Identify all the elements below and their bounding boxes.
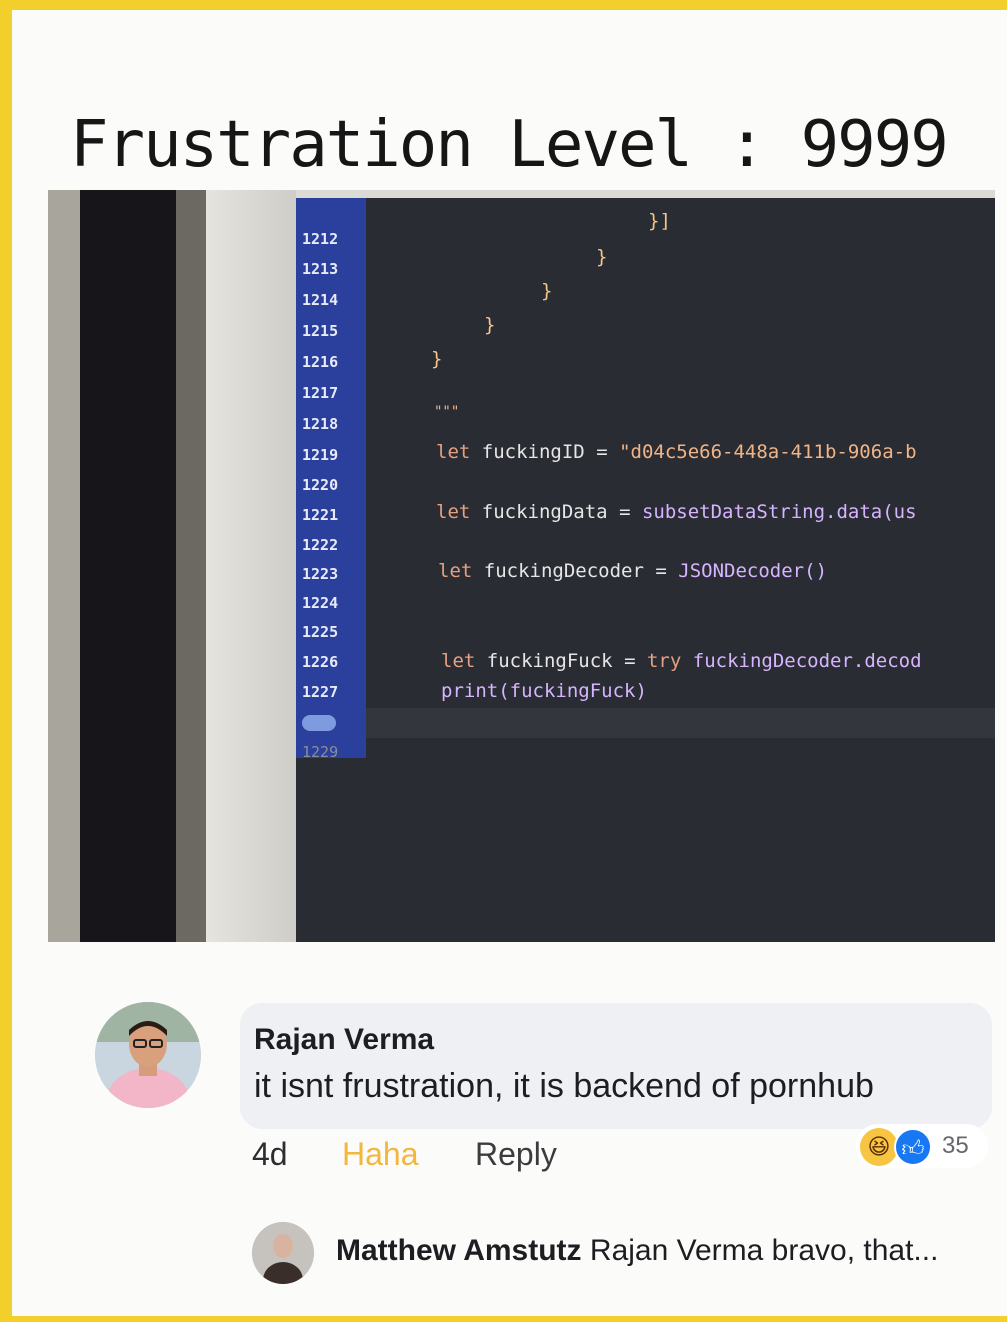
current-line-highlight (366, 708, 995, 738)
avatar-photo (95, 1002, 201, 1108)
line-number: 1213 (302, 260, 339, 278)
string-delimiter: """ (434, 404, 460, 420)
line-number: 1215 (302, 322, 339, 340)
line-number: 1217 (302, 384, 339, 402)
comment-time[interactable]: 4d (252, 1136, 288, 1173)
avatar[interactable] (95, 1002, 201, 1108)
code-brace: } (596, 246, 608, 268)
reply-text: Rajan Verma bravo, that... (589, 1234, 939, 1267)
reply-avatar-photo (252, 1222, 314, 1284)
reply-avatar[interactable] (252, 1222, 314, 1284)
code-line-1219: let fuckingID = "d04c5e66-448a-411b-906a… (436, 441, 917, 463)
line-number: 1229 (302, 743, 339, 761)
code-brace: } (541, 280, 553, 302)
line-number: 1218 (302, 415, 339, 433)
haha-reaction-link[interactable]: Haha (342, 1136, 419, 1173)
line-number: 1214 (302, 291, 339, 309)
breakpoint-badge (302, 715, 336, 731)
line-number: 1212 (302, 230, 339, 248)
code-line-1221: let fuckingData = subsetDataString.data(… (436, 501, 917, 523)
line-number: 1220 (302, 476, 339, 494)
comment-author[interactable]: Rajan Verma (254, 1023, 434, 1057)
code-brace: } (431, 348, 443, 370)
monitor-edge (48, 190, 80, 942)
line-number: 1221 (302, 506, 339, 524)
line-number: 1226 (302, 653, 339, 671)
line-number: 1225 (302, 623, 339, 641)
line-number: 1224 (302, 594, 339, 612)
reply-link[interactable]: Reply (475, 1136, 557, 1173)
line-number: 1227 (302, 683, 339, 701)
code-line-1226: let fuckingFuck = try fuckingDecoder.dec… (441, 650, 922, 672)
comment-text: it isnt frustration, it is backend of po… (254, 1067, 874, 1105)
code-photo: 1212 1213 1214 1215 1216 1217 1218 1219 … (48, 190, 995, 942)
line-number: 1219 (302, 446, 339, 464)
reply-author[interactable]: Matthew Amstutz (336, 1234, 582, 1267)
reaction-count: 35 (942, 1132, 969, 1159)
like-icon: 👍︎ (894, 1128, 932, 1166)
code-brace: } (484, 314, 496, 336)
code-brace: }] (648, 210, 671, 232)
line-number: 1222 (302, 536, 339, 554)
code-line-1223: let fuckingDecoder = JSONDecoder() (438, 560, 828, 582)
reply-preview[interactable]: Matthew Amstutz Rajan Verma bravo, that.… (336, 1234, 938, 1268)
code-line-1227: print(fuckingFuck) (441, 680, 647, 702)
monitor-frame (176, 190, 206, 942)
post-heading: Frustration Level : 9999 (70, 108, 949, 182)
screen-sidebar (206, 190, 296, 942)
line-number: 1223 (302, 565, 339, 583)
comment-bubble: Rajan Verma it isnt frustration, it is b… (240, 1003, 992, 1129)
code-editor: 1212 1213 1214 1215 1216 1217 1218 1219 … (296, 198, 995, 942)
haha-icon: 😆︎ (860, 1128, 898, 1166)
reaction-summary[interactable]: 😆︎ 👍︎ 35 (856, 1124, 988, 1168)
line-number: 1216 (302, 353, 339, 371)
monitor-bezel (80, 190, 176, 942)
